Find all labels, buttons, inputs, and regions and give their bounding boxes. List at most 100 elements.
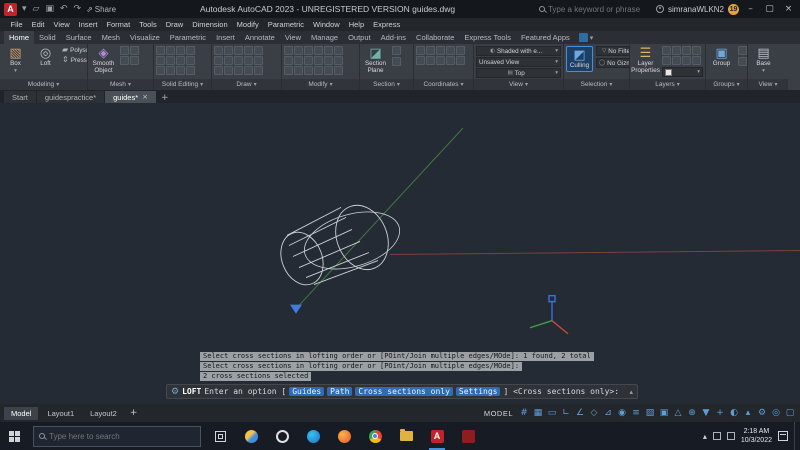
selection-cycling-icon[interactable]: ▣	[658, 409, 670, 418]
new-file-tab-button[interactable]: +	[157, 93, 173, 103]
layer-properties-button[interactable]: ☰ Layer Properties	[632, 46, 659, 75]
draw-tool-icon[interactable]	[214, 66, 223, 75]
signed-in-user[interactable]: simranaWLKN2	[668, 5, 724, 14]
menu-tools[interactable]: Tools	[135, 20, 162, 29]
draw-tool-icon[interactable]	[254, 66, 263, 75]
section-plane-button[interactable]: ◪ Section Plane	[362, 46, 389, 75]
isometric-drafting-icon[interactable]: ◇	[588, 409, 600, 418]
app-menu-caret-icon[interactable]: ▾	[21, 5, 28, 14]
loft-direction-grip[interactable]	[290, 305, 302, 314]
layer-tool-icon[interactable]	[672, 46, 681, 55]
modify-tool-icon[interactable]	[334, 46, 343, 55]
menu-edit[interactable]: Edit	[27, 20, 49, 29]
layer-tool-icon[interactable]	[692, 46, 701, 55]
polar-tracking-icon[interactable]: ∠	[574, 409, 586, 418]
annotation-scale-icon[interactable]: ▴	[742, 409, 754, 418]
ribbon-display-toggle[interactable]: ▾	[579, 31, 594, 44]
minimize-button[interactable]: –	[743, 0, 758, 18]
draw-tool-icon[interactable]	[244, 66, 253, 75]
draw-tool-icon[interactable]	[234, 66, 243, 75]
3d-object-snap-icon[interactable]: △	[672, 409, 684, 418]
command-option-cross-sections-only[interactable]: Cross sections only	[355, 387, 453, 396]
drawing-area[interactable]: Select cross sections in lofting order o…	[0, 103, 800, 404]
solid-editing-tool-icon[interactable]	[166, 56, 175, 65]
draw-tool-icon[interactable]	[214, 46, 223, 55]
panel-label-layers[interactable]: Layers ▾	[630, 79, 705, 90]
start-button[interactable]	[2, 422, 26, 450]
ribbon-tab-visualize[interactable]: Visualize	[125, 31, 165, 44]
panel-label-groups[interactable]: Groups ▾	[706, 79, 747, 90]
annotation-visibility-icon[interactable]: ◐	[728, 409, 740, 418]
ribbon-tab-parametric[interactable]: Parametric	[165, 31, 211, 44]
panel-label-solid-editing[interactable]: Solid Editing ▾	[154, 79, 211, 90]
osnap-tracking-icon[interactable]: ⊿	[602, 409, 614, 418]
mesh-tool-icon[interactable]	[120, 56, 129, 65]
presspull-button[interactable]: ⇕ Presspull	[62, 56, 87, 64]
modify-tool-icon[interactable]	[324, 56, 333, 65]
draw-tool-icon[interactable]	[224, 46, 233, 55]
visual-style-dropdown[interactable]: ◐ Shaded with e... ▾	[476, 46, 561, 56]
modify-tool-icon[interactable]	[284, 46, 293, 55]
layer-tool-icon[interactable]	[672, 56, 681, 65]
solid-editing-tool-icon[interactable]	[156, 66, 165, 75]
panel-label-draw[interactable]: Draw ▾	[212, 79, 281, 90]
ribbon-tab-featured-apps[interactable]: Featured Apps	[516, 31, 575, 44]
notification-badge[interactable]: 19	[728, 4, 739, 15]
panel-label-coordinates[interactable]: Coordinates ▾	[414, 79, 473, 90]
ribbon-tab-home[interactable]: Home	[4, 31, 34, 44]
coordinates-tool-icon[interactable]	[426, 46, 435, 55]
maximize-button[interactable]: ▢	[762, 0, 777, 18]
annotation-monitor-icon[interactable]: ◎	[770, 409, 782, 418]
solid-editing-tool-icon[interactable]	[186, 56, 195, 65]
task-view-button[interactable]	[208, 422, 232, 450]
panel-label-selection[interactable]: Selection ▾	[564, 79, 629, 90]
modify-tool-icon[interactable]	[324, 66, 333, 75]
solid-editing-tool-icon[interactable]	[176, 66, 185, 75]
coordinates-tool-icon[interactable]	[446, 46, 455, 55]
taskbar-app-chrome[interactable]	[363, 422, 387, 450]
command-option-path[interactable]: Path	[327, 387, 352, 396]
loft-button[interactable]: ◎ Loft	[32, 46, 59, 68]
share-button[interactable]: ⇗ Share	[86, 5, 116, 14]
taskbar-search[interactable]	[33, 426, 201, 447]
modify-tool-icon[interactable]	[334, 56, 343, 65]
base-button[interactable]: ▤ Base ▾	[750, 46, 777, 74]
command-customize-icon[interactable]: ⚙	[171, 387, 179, 397]
panel-label-view[interactable]: View ▾	[474, 79, 563, 90]
layer-tool-icon[interactable]	[682, 46, 691, 55]
open-icon[interactable]: ▱	[32, 5, 41, 14]
modify-tool-icon[interactable]	[314, 66, 323, 75]
modify-tool-icon[interactable]	[284, 66, 293, 75]
infer-constraints-icon[interactable]: ▭	[546, 409, 558, 418]
transparency-icon[interactable]: ▨	[644, 409, 656, 418]
panel-label-modify[interactable]: Modify ▾	[282, 79, 359, 90]
group-button[interactable]: ▣ Group	[708, 46, 735, 68]
draw-tool-icon[interactable]	[224, 66, 233, 75]
ribbon-tab-insert[interactable]: Insert	[211, 31, 240, 44]
taskbar-app-opera[interactable]	[270, 422, 294, 450]
draw-tool-icon[interactable]	[244, 46, 253, 55]
gizmo-dropdown[interactable]: ◯ No Gizmo ▾	[596, 58, 629, 68]
menu-help[interactable]: Help	[344, 20, 368, 29]
named-view-dropdown[interactable]: Unsaved View ▾	[476, 57, 561, 67]
solid-editing-tool-icon[interactable]	[156, 56, 165, 65]
show-desktop-button[interactable]	[794, 422, 797, 450]
ribbon-tab-solid[interactable]: Solid	[34, 31, 61, 44]
menu-draw[interactable]: Draw	[161, 20, 188, 29]
modify-tool-icon[interactable]	[314, 56, 323, 65]
layer-tool-icon[interactable]	[682, 56, 691, 65]
command-option-guides[interactable]: Guides	[289, 387, 324, 396]
command-line[interactable]: ⚙ LOFT Enter an option [ Guides Path Cro…	[166, 384, 638, 399]
panel-label-modeling[interactable]: Modeling ▾	[0, 79, 87, 90]
keyword-search[interactable]	[539, 5, 652, 14]
ribbon-tab-manage[interactable]: Manage	[306, 31, 343, 44]
menu-parametric[interactable]: Parametric	[263, 20, 308, 29]
draw-tool-icon[interactable]	[244, 56, 253, 65]
ribbon-tab-express-tools[interactable]: Express Tools	[459, 31, 516, 44]
ribbon-tab-mesh[interactable]: Mesh	[97, 31, 125, 44]
modify-tool-icon[interactable]	[324, 46, 333, 55]
modify-tool-icon[interactable]	[294, 46, 303, 55]
menu-modify[interactable]: Modify	[232, 20, 263, 29]
section-tool-icon[interactable]	[392, 57, 401, 66]
layer-tool-icon[interactable]	[662, 46, 671, 55]
